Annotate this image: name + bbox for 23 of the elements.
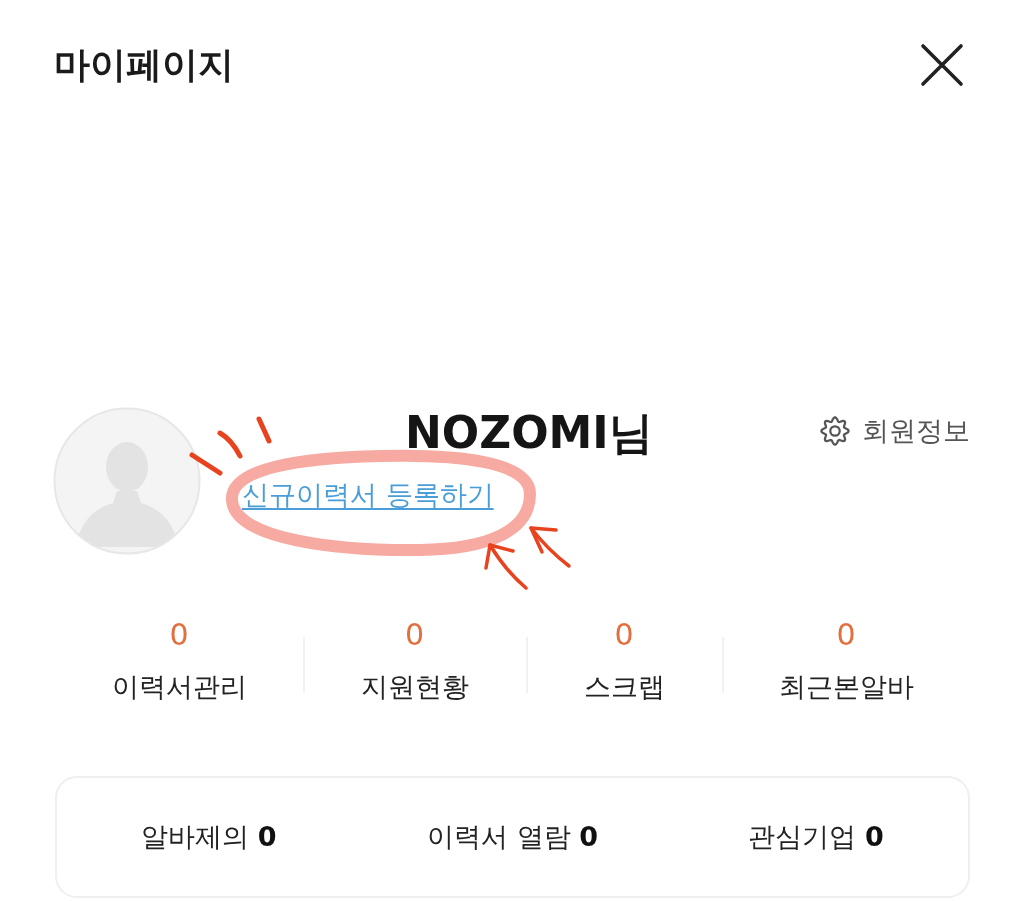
stat-label: 이력서관리 bbox=[111, 670, 247, 704]
stat-count: 0 bbox=[404, 616, 425, 654]
close-icon bbox=[920, 43, 964, 87]
page-title: 마이페이지 bbox=[54, 43, 234, 87]
stat-label: 스크랩 bbox=[583, 670, 665, 704]
stat-count: 0 bbox=[169, 616, 189, 654]
person-silhouette-icon bbox=[53, 407, 201, 555]
emphasis-stroke bbox=[256, 416, 272, 444]
stat-label: 지원현황 bbox=[360, 670, 469, 704]
member-info-button[interactable]: 회원정보 bbox=[820, 413, 970, 449]
emphasis-stroke bbox=[217, 430, 243, 459]
close-button[interactable] bbox=[918, 41, 966, 89]
summary-stat: 알바제의 0 bbox=[141, 820, 277, 854]
user-name: NOZOMI님 bbox=[405, 407, 653, 459]
hand-drawn-arrow bbox=[529, 526, 571, 568]
stat-count: 0 bbox=[836, 616, 856, 654]
summary-stat: 관심기업 0 bbox=[748, 820, 884, 854]
stat-count: 0 bbox=[614, 616, 634, 654]
stat-label: 최근본알바 bbox=[778, 670, 914, 704]
settings-icon bbox=[820, 416, 850, 446]
emphasis-stroke bbox=[189, 452, 223, 476]
hand-drawn-arrow bbox=[484, 543, 528, 590]
summary-stat: 이력서 열람 0 bbox=[427, 820, 598, 854]
